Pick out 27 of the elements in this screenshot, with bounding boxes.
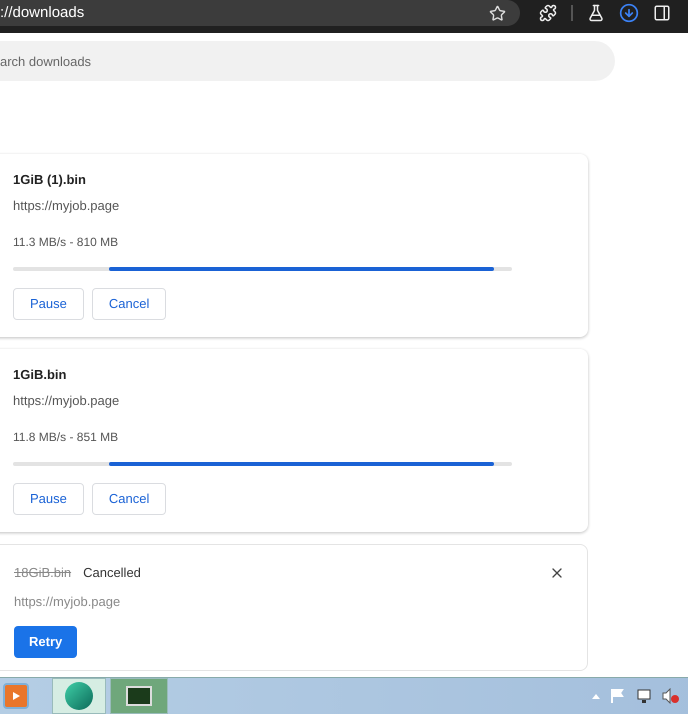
file-name: 1GiB.bin xyxy=(13,367,68,383)
extensions-icon[interactable] xyxy=(539,4,557,22)
url-text: ://downloads xyxy=(0,2,84,23)
source-url: https://myjob.page xyxy=(14,592,122,611)
side-panel-icon[interactable] xyxy=(653,4,671,22)
status-label: Cancelled xyxy=(83,564,141,582)
globe-app-icon[interactable] xyxy=(52,678,106,714)
retry-button[interactable]: Retry xyxy=(14,626,78,658)
pause-button[interactable]: Pause xyxy=(13,288,84,320)
network-icon[interactable] xyxy=(636,688,652,704)
download-status: 11.8 MB/s - 851 MB xyxy=(13,429,120,445)
monitor-app-icon[interactable] xyxy=(110,678,168,714)
download-status: 11.3 MB/s - 810 MB xyxy=(13,234,120,250)
file-name: 18GiB.bin xyxy=(14,564,72,582)
media-player-icon[interactable] xyxy=(3,683,29,709)
flask-icon[interactable] xyxy=(587,4,605,22)
cancel-button[interactable]: Cancel xyxy=(92,483,166,515)
address-bar[interactable]: ://downloads xyxy=(0,0,520,26)
bookmark-star-icon[interactable] xyxy=(489,4,506,22)
file-name: 1GiB (1).bin xyxy=(13,172,87,188)
download-icon[interactable] xyxy=(619,3,639,23)
cancel-button[interactable]: Cancel xyxy=(92,288,166,320)
muted-speaker-icon[interactable] xyxy=(662,688,680,704)
search-field[interactable]: arch downloads xyxy=(0,41,615,81)
source-url: https://myjob.page xyxy=(13,198,120,214)
pause-button[interactable]: Pause xyxy=(13,483,84,515)
source-url: https://myjob.page xyxy=(13,393,120,409)
